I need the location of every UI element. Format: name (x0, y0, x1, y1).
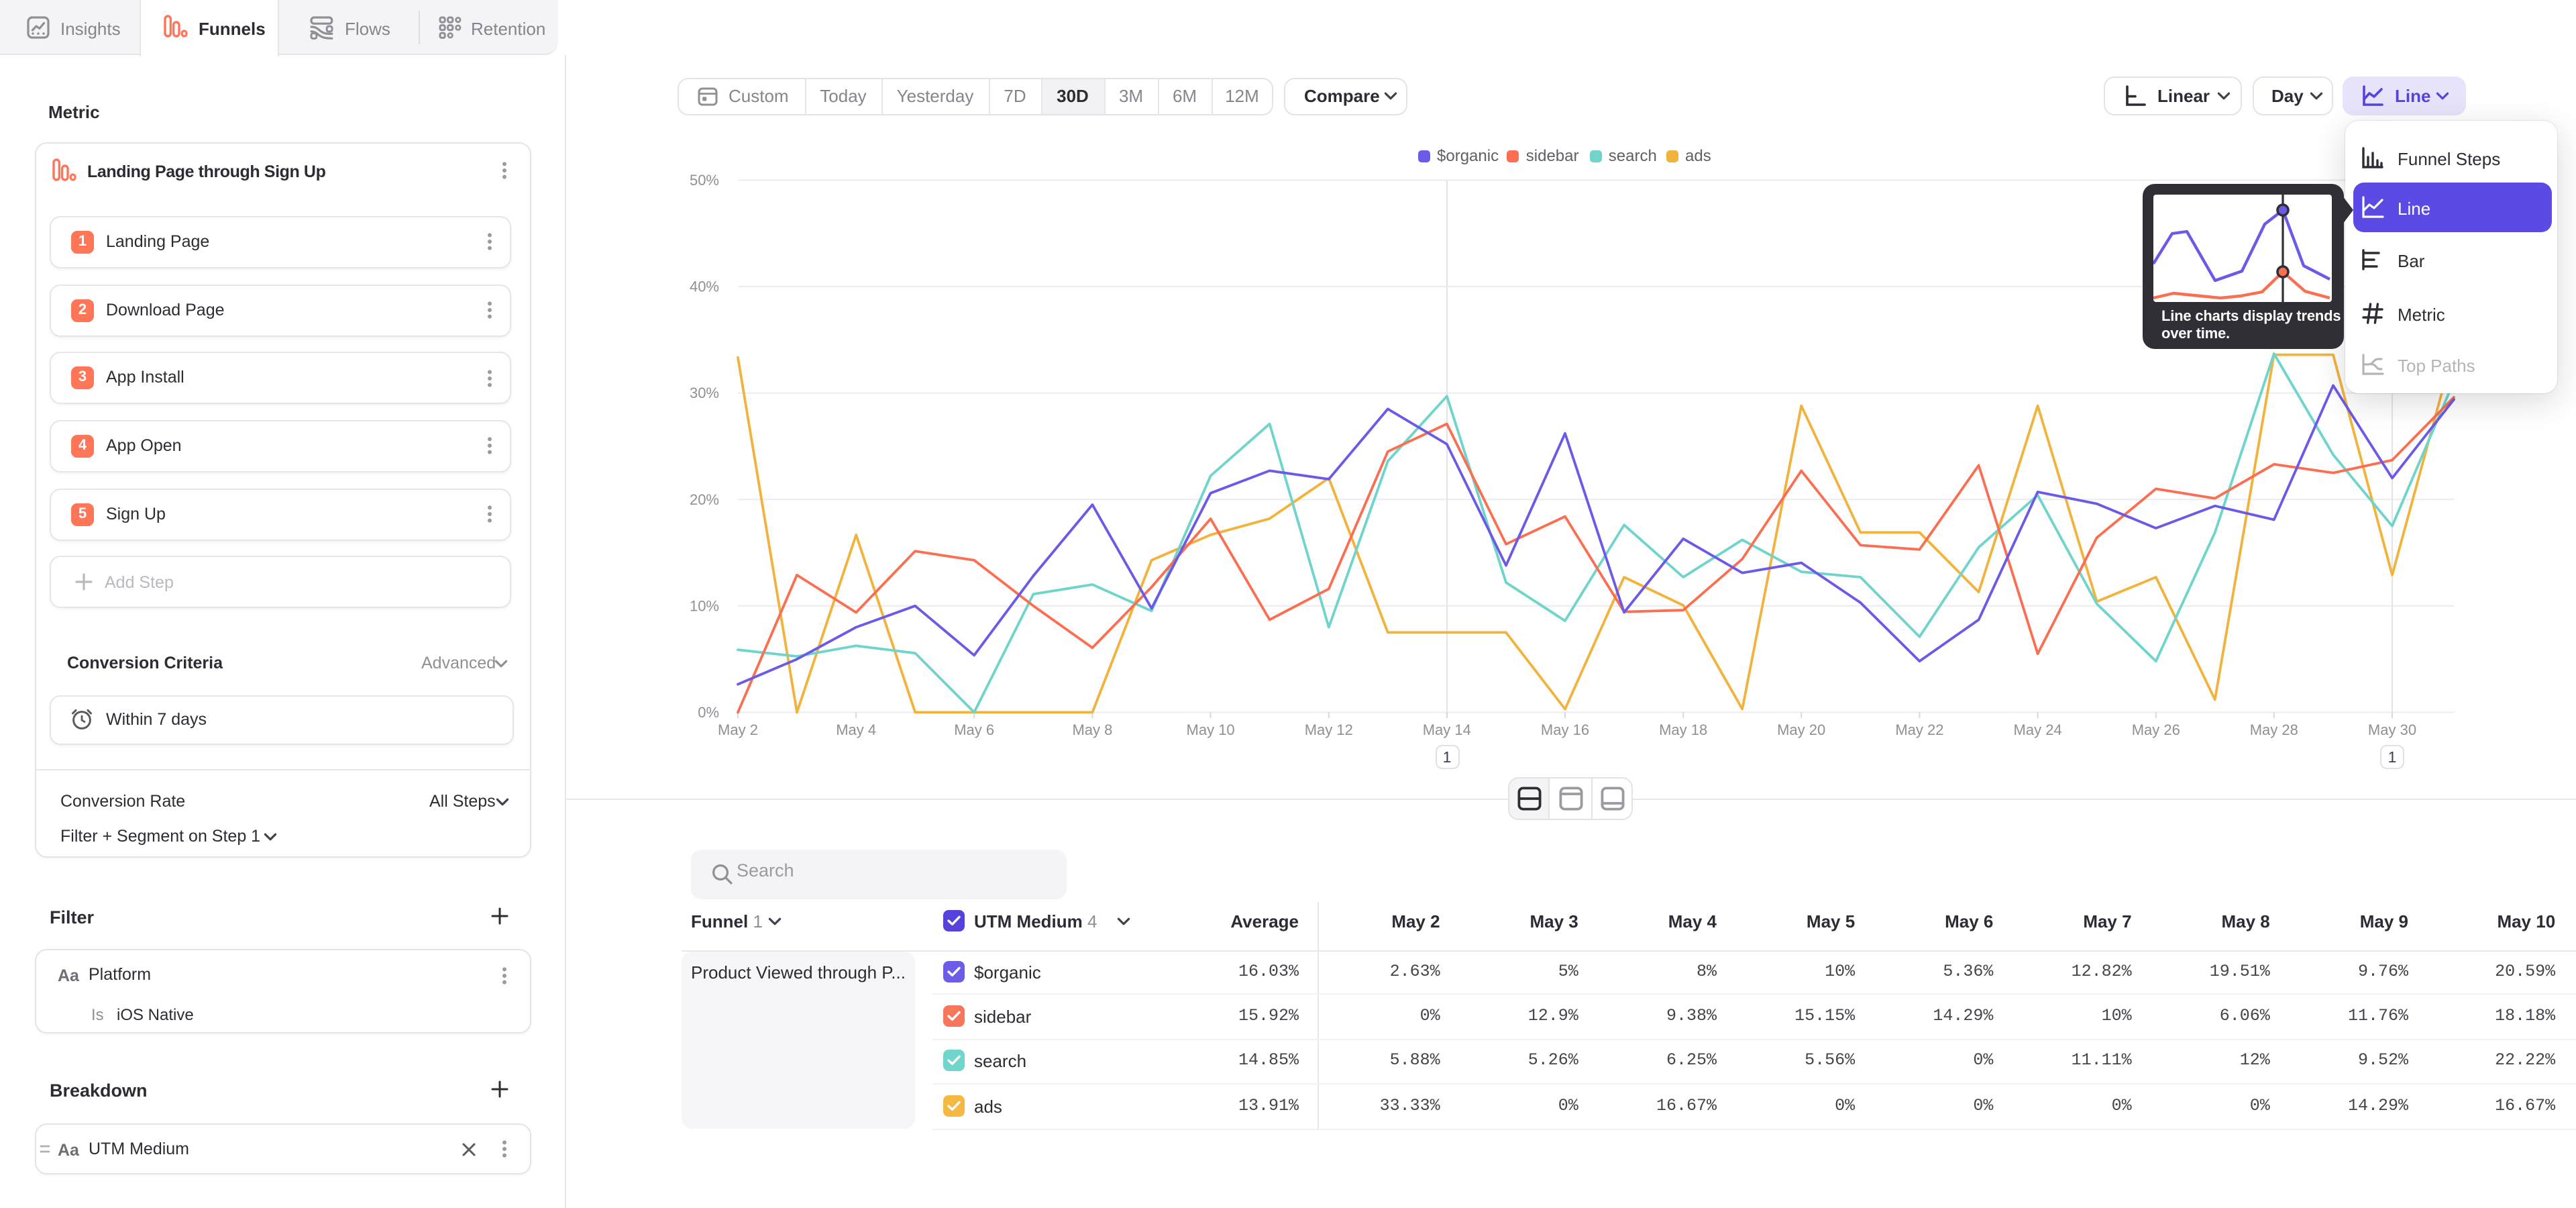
svg-text:0%: 0% (698, 704, 719, 721)
svg-text:May 4: May 4 (836, 721, 876, 738)
svg-text:May 24: May 24 (2014, 721, 2062, 738)
svg-text:May 28: May 28 (2250, 721, 2298, 738)
svg-text:50%: 50% (690, 172, 719, 189)
svg-text:May 16: May 16 (1541, 721, 1589, 738)
svg-text:May 12: May 12 (1305, 721, 1353, 738)
svg-text:May 6: May 6 (954, 721, 994, 738)
svg-text:May 30: May 30 (2368, 721, 2416, 738)
svg-text:May 8: May 8 (1072, 721, 1112, 738)
svg-text:20%: 20% (690, 491, 719, 508)
svg-text:40%: 40% (690, 279, 719, 295)
svg-text:May 2: May 2 (718, 721, 758, 738)
svg-text:10%: 10% (690, 597, 719, 614)
svg-text:May 14: May 14 (1423, 721, 1471, 738)
svg-text:May 26: May 26 (2132, 721, 2180, 738)
svg-text:May 10: May 10 (1187, 721, 1235, 738)
svg-text:May 22: May 22 (1895, 721, 1943, 738)
svg-text:30%: 30% (690, 385, 719, 401)
svg-text:May 20: May 20 (1777, 721, 1825, 738)
svg-text:May 18: May 18 (1659, 721, 1707, 738)
